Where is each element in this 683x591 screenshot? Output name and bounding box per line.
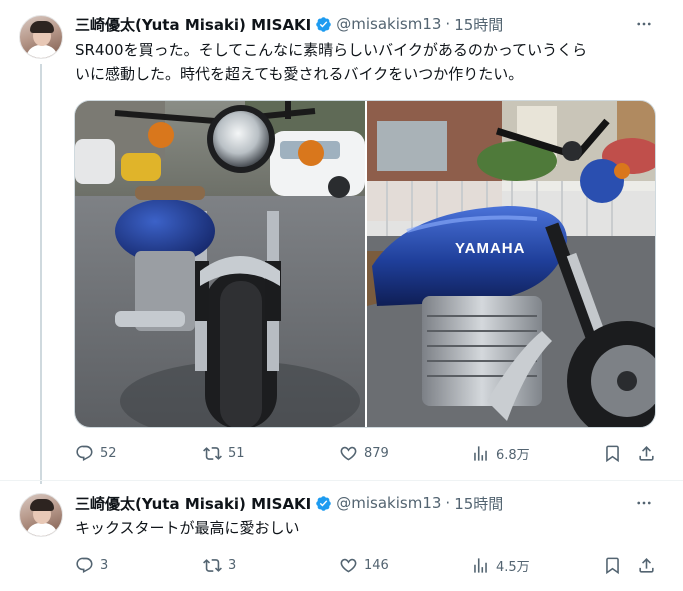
timestamp[interactable]: 15時間 <box>454 14 503 35</box>
like-button[interactable]: 146 <box>339 555 389 575</box>
retweet-icon <box>203 558 222 572</box>
photo-motorcycle-side[interactable]: YAMAHA <box>367 101 655 427</box>
reply-count: 52 <box>100 445 117 461</box>
action-bar: 52 51 879 6.8万 <box>75 443 665 463</box>
share-button[interactable] <box>637 555 656 575</box>
tweet-header: 三崎優太(Yuta Misaki) MISAKI @misakism13 · 1… <box>75 493 503 513</box>
share-icon <box>639 557 654 573</box>
thread-line <box>40 64 42 484</box>
tweet-text: SR400を買った。そしてこんなに素晴らしいバイクがあるのかっていうくら いに感… <box>75 38 665 86</box>
retweet-button[interactable]: 51 <box>203 443 245 463</box>
action-bar: 3 3 146 4.5万 <box>75 555 665 575</box>
separator-dot: · <box>445 494 451 512</box>
like-button[interactable]: 879 <box>339 443 389 463</box>
views-button[interactable]: 4.5万 <box>471 555 530 575</box>
more-icon[interactable] <box>633 493 655 513</box>
share-button[interactable] <box>637 443 656 463</box>
bookmark-icon <box>606 445 619 462</box>
tweet[interactable]: 三崎優太(Yuta Misaki) MISAKI @misakism13 · 1… <box>0 0 683 484</box>
photo-motorcycle-front[interactable] <box>75 101 365 427</box>
tweet-header: 三崎優太(Yuta Misaki) MISAKI @misakism13 · 1… <box>75 14 503 34</box>
avatar[interactable] <box>19 15 63 59</box>
views-count: 6.8万 <box>496 447 530 463</box>
like-count: 146 <box>364 557 389 573</box>
timestamp[interactable]: 15時間 <box>454 493 503 514</box>
author-name[interactable]: 三崎優太(Yuta Misaki) MISAKI <box>75 14 311 35</box>
separator-dot: · <box>445 15 451 33</box>
bookmark-button[interactable] <box>603 443 622 463</box>
tweet-text-line: SR400を買った。そしてこんなに素晴らしいバイクがあるのかっていうくら <box>75 41 588 59</box>
retweet-count: 3 <box>228 557 237 573</box>
tank-logo-text: YAMAHA <box>455 240 525 257</box>
views-icon <box>474 445 487 461</box>
bookmark-icon <box>606 557 619 574</box>
reply-count: 3 <box>100 557 109 573</box>
tweet-text-line: いに感動した。時代を超えても愛されるバイクをいつか作りたい。 <box>75 65 524 83</box>
views-count: 4.5万 <box>496 559 530 575</box>
author-name[interactable]: 三崎優太(Yuta Misaki) MISAKI <box>75 493 311 514</box>
reply-button[interactable]: 3 <box>75 555 108 575</box>
author-handle[interactable]: @misakism13 <box>336 15 441 33</box>
retweet-count: 51 <box>228 445 245 461</box>
share-icon <box>639 445 654 461</box>
retweet-button[interactable]: 3 <box>203 555 236 575</box>
verified-icon <box>316 495 332 511</box>
author-handle[interactable]: @misakism13 <box>336 494 441 512</box>
reply-button[interactable]: 52 <box>75 443 117 463</box>
like-icon <box>340 558 357 572</box>
tweet-text-line: キックスタートが最高に愛おしい <box>75 519 300 537</box>
tweet-text: キックスタートが最高に愛おしい <box>75 516 665 540</box>
more-icon[interactable] <box>633 14 655 34</box>
views-button[interactable]: 6.8万 <box>471 443 530 463</box>
like-icon <box>340 446 357 460</box>
bookmark-button[interactable] <box>603 555 622 575</box>
retweet-icon <box>203 446 222 460</box>
media-grid: YAMAHA <box>74 100 656 428</box>
reply-icon <box>76 557 93 573</box>
tweet[interactable]: 三崎優太(Yuta Misaki) MISAKI @misakism13 · 1… <box>0 481 683 591</box>
avatar[interactable] <box>19 493 63 537</box>
verified-icon <box>316 16 332 32</box>
like-count: 879 <box>364 445 389 461</box>
reply-icon <box>76 445 93 461</box>
views-icon <box>474 557 487 573</box>
